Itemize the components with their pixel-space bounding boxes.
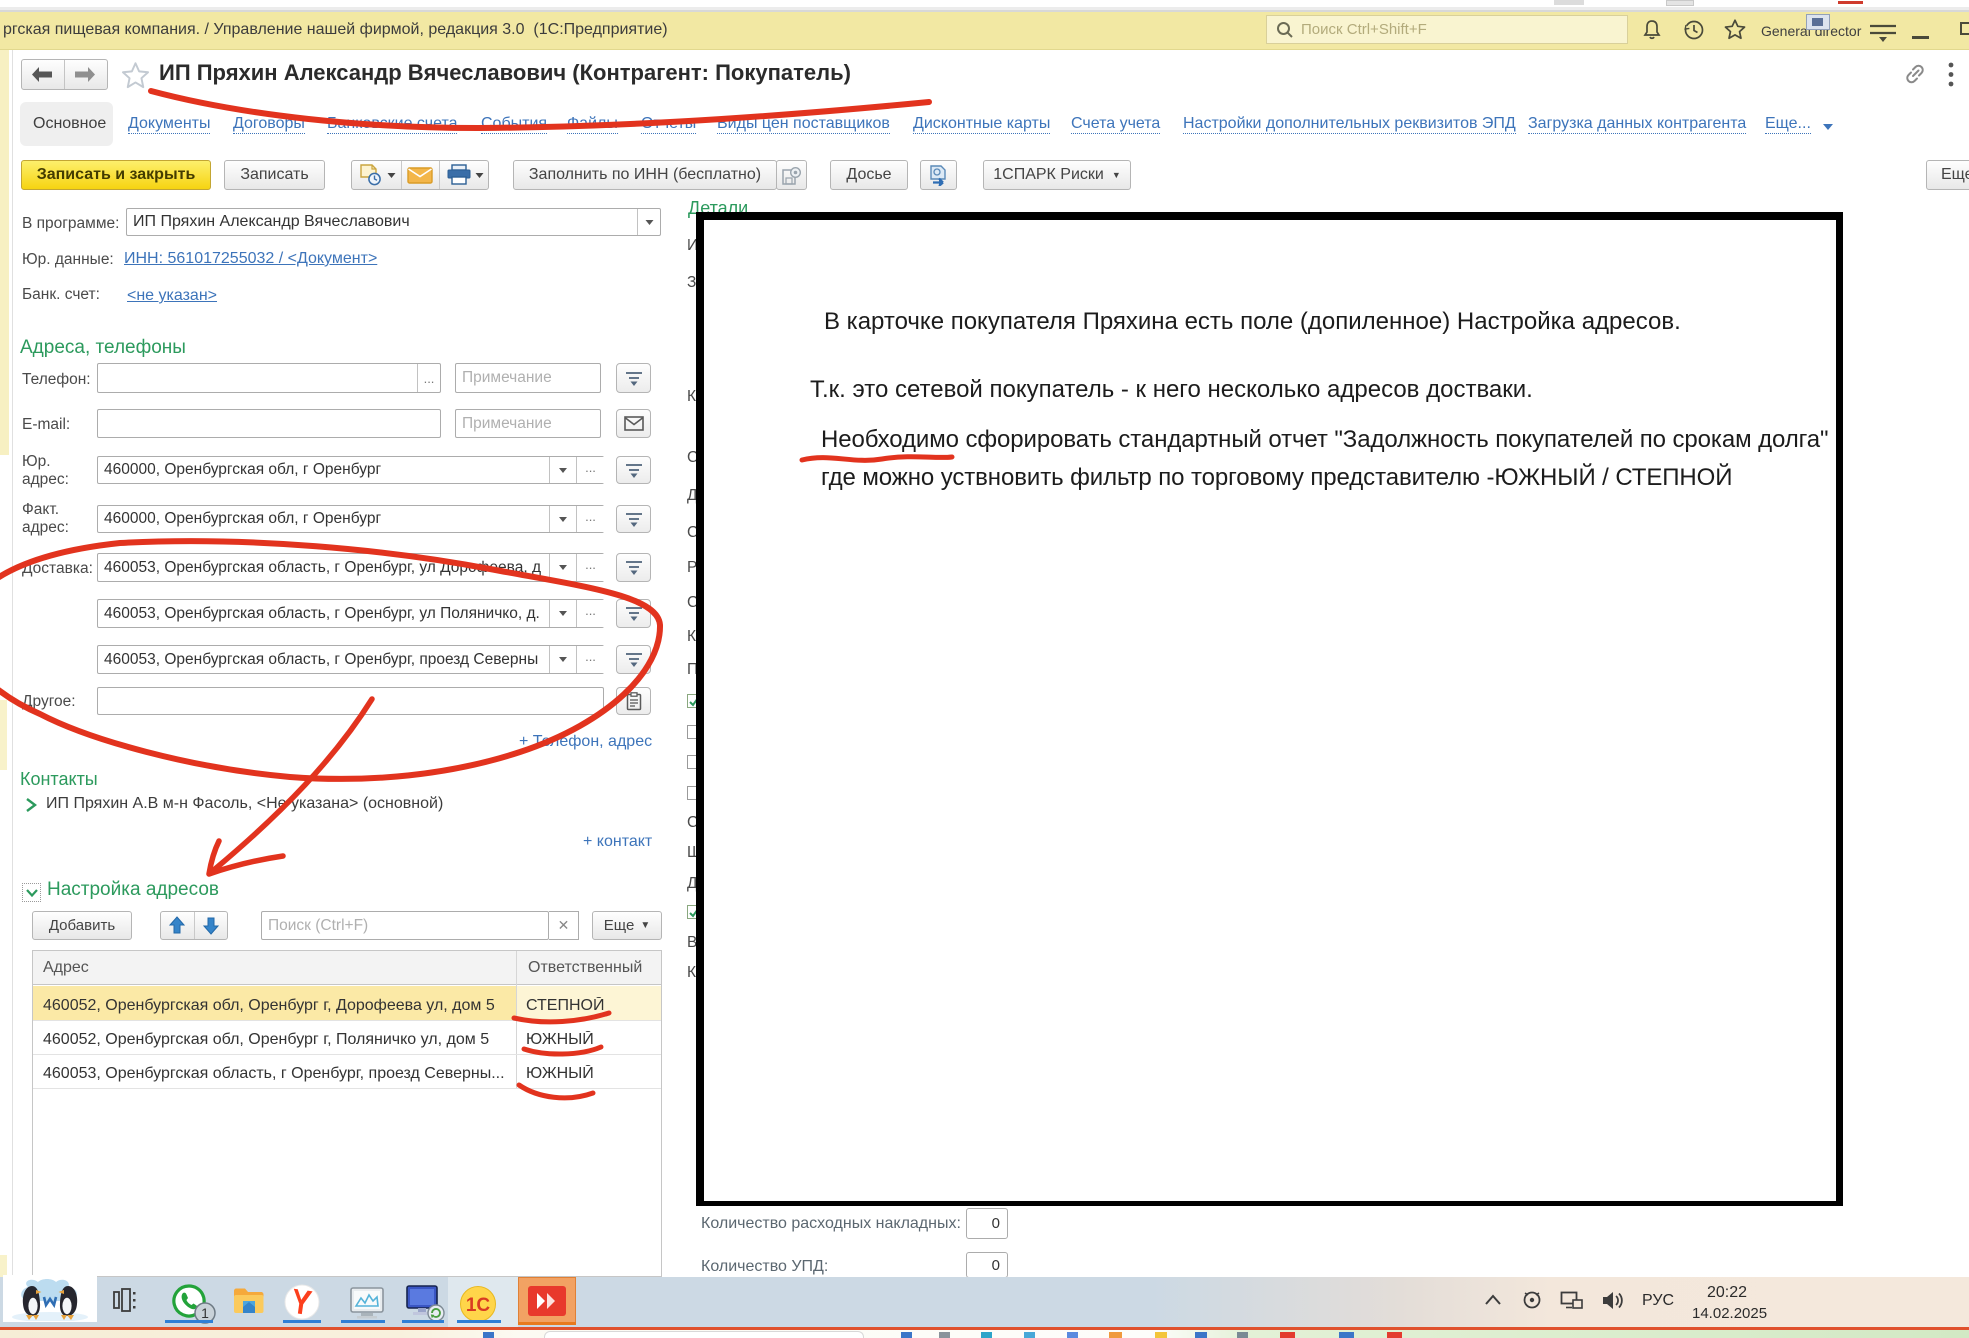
svg-text:1: 1 (201, 1305, 209, 1321)
svg-text:1С: 1С (466, 1295, 491, 1316)
